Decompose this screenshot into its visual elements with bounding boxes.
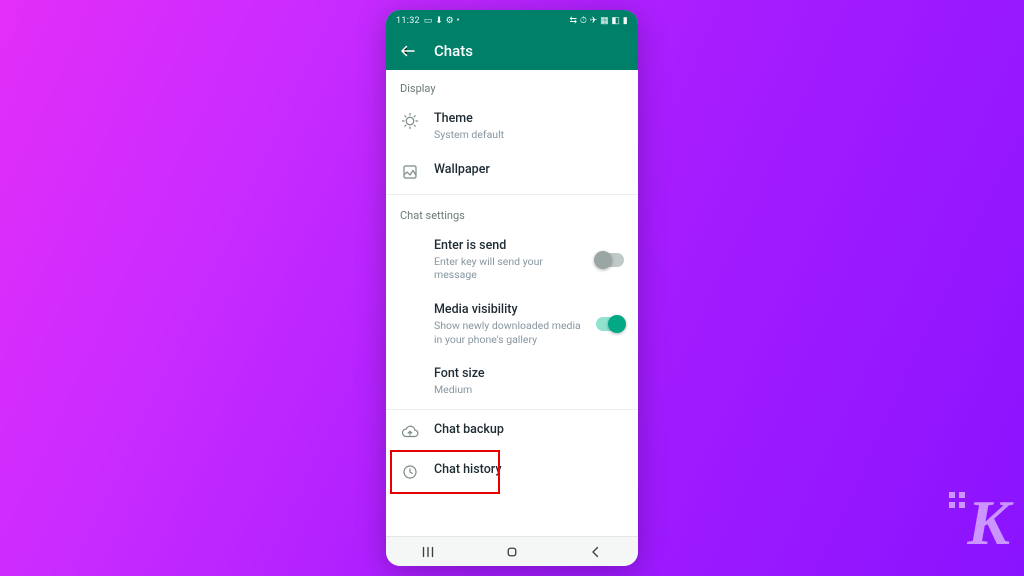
- row-media-visibility-title: Media visibility: [434, 302, 582, 317]
- history-icon: [400, 462, 420, 482]
- row-chat-backup-title: Chat backup: [434, 422, 624, 437]
- row-chat-backup[interactable]: Chat backup: [386, 412, 638, 452]
- row-chat-history-title: Chat history: [434, 462, 624, 477]
- row-wallpaper[interactable]: Wallpaper: [386, 152, 638, 192]
- settings-content: Display Theme System default Wallpaper: [386, 70, 638, 536]
- status-right-icons: ⇆ ⏱ ✈ ▦ ◧ ▮: [569, 17, 628, 26]
- row-theme-sub: System default: [434, 128, 624, 142]
- row-wallpaper-title: Wallpaper: [434, 162, 624, 177]
- row-font-size[interactable]: Font size Medium: [386, 356, 638, 407]
- background-gradient: 11:32 ▭ ⬇ ⚙ • ⇆ ⏱ ✈ ▦ ◧ ▮ Chats Display: [0, 0, 1024, 576]
- row-media-visibility[interactable]: Media visibility Show newly downloaded m…: [386, 292, 638, 356]
- nav-recents-button[interactable]: [408, 542, 448, 562]
- row-font-size-title: Font size: [434, 366, 624, 381]
- row-enter-is-send-sub: Enter key will send your message: [434, 255, 582, 282]
- divider: [386, 409, 638, 410]
- android-nav-bar: [386, 536, 638, 566]
- status-time: 11:32: [396, 17, 420, 26]
- toggle-enter-is-send[interactable]: [596, 253, 624, 267]
- arrow-left-icon: [399, 42, 417, 60]
- chevron-left-icon: [587, 543, 605, 561]
- cloud-upload-icon: [400, 422, 420, 442]
- row-media-visibility-sub: Show newly downloaded media in your phon…: [434, 319, 582, 346]
- page-title: Chats: [434, 42, 473, 60]
- back-button[interactable]: [398, 41, 418, 61]
- row-enter-is-send[interactable]: Enter is send Enter key will send your m…: [386, 228, 638, 292]
- row-theme-title: Theme: [434, 111, 624, 126]
- nav-home-button[interactable]: [492, 542, 532, 562]
- recents-icon: [419, 543, 437, 561]
- status-left-icons: ▭ ⬇ ⚙ •: [424, 17, 460, 26]
- wallpaper-icon: [400, 162, 420, 182]
- row-chat-history[interactable]: Chat history: [386, 452, 638, 492]
- row-enter-is-send-title: Enter is send: [434, 238, 582, 253]
- app-bar: Chats: [386, 32, 638, 70]
- status-bar: 11:32 ▭ ⬇ ⚙ • ⇆ ⏱ ✈ ▦ ◧ ▮: [386, 10, 638, 32]
- divider: [386, 194, 638, 195]
- watermark-logo: K: [967, 486, 1006, 560]
- phone-frame: 11:32 ▭ ⬇ ⚙ • ⇆ ⏱ ✈ ▦ ◧ ▮ Chats Display: [386, 10, 638, 566]
- nav-back-button[interactable]: [576, 542, 616, 562]
- section-header-display: Display: [386, 70, 638, 101]
- section-header-chat-settings: Chat settings: [386, 197, 638, 228]
- brightness-icon: [400, 111, 420, 131]
- row-theme[interactable]: Theme System default: [386, 101, 638, 152]
- home-icon: [503, 543, 521, 561]
- row-font-size-sub: Medium: [434, 383, 624, 397]
- toggle-media-visibility[interactable]: [596, 317, 624, 331]
